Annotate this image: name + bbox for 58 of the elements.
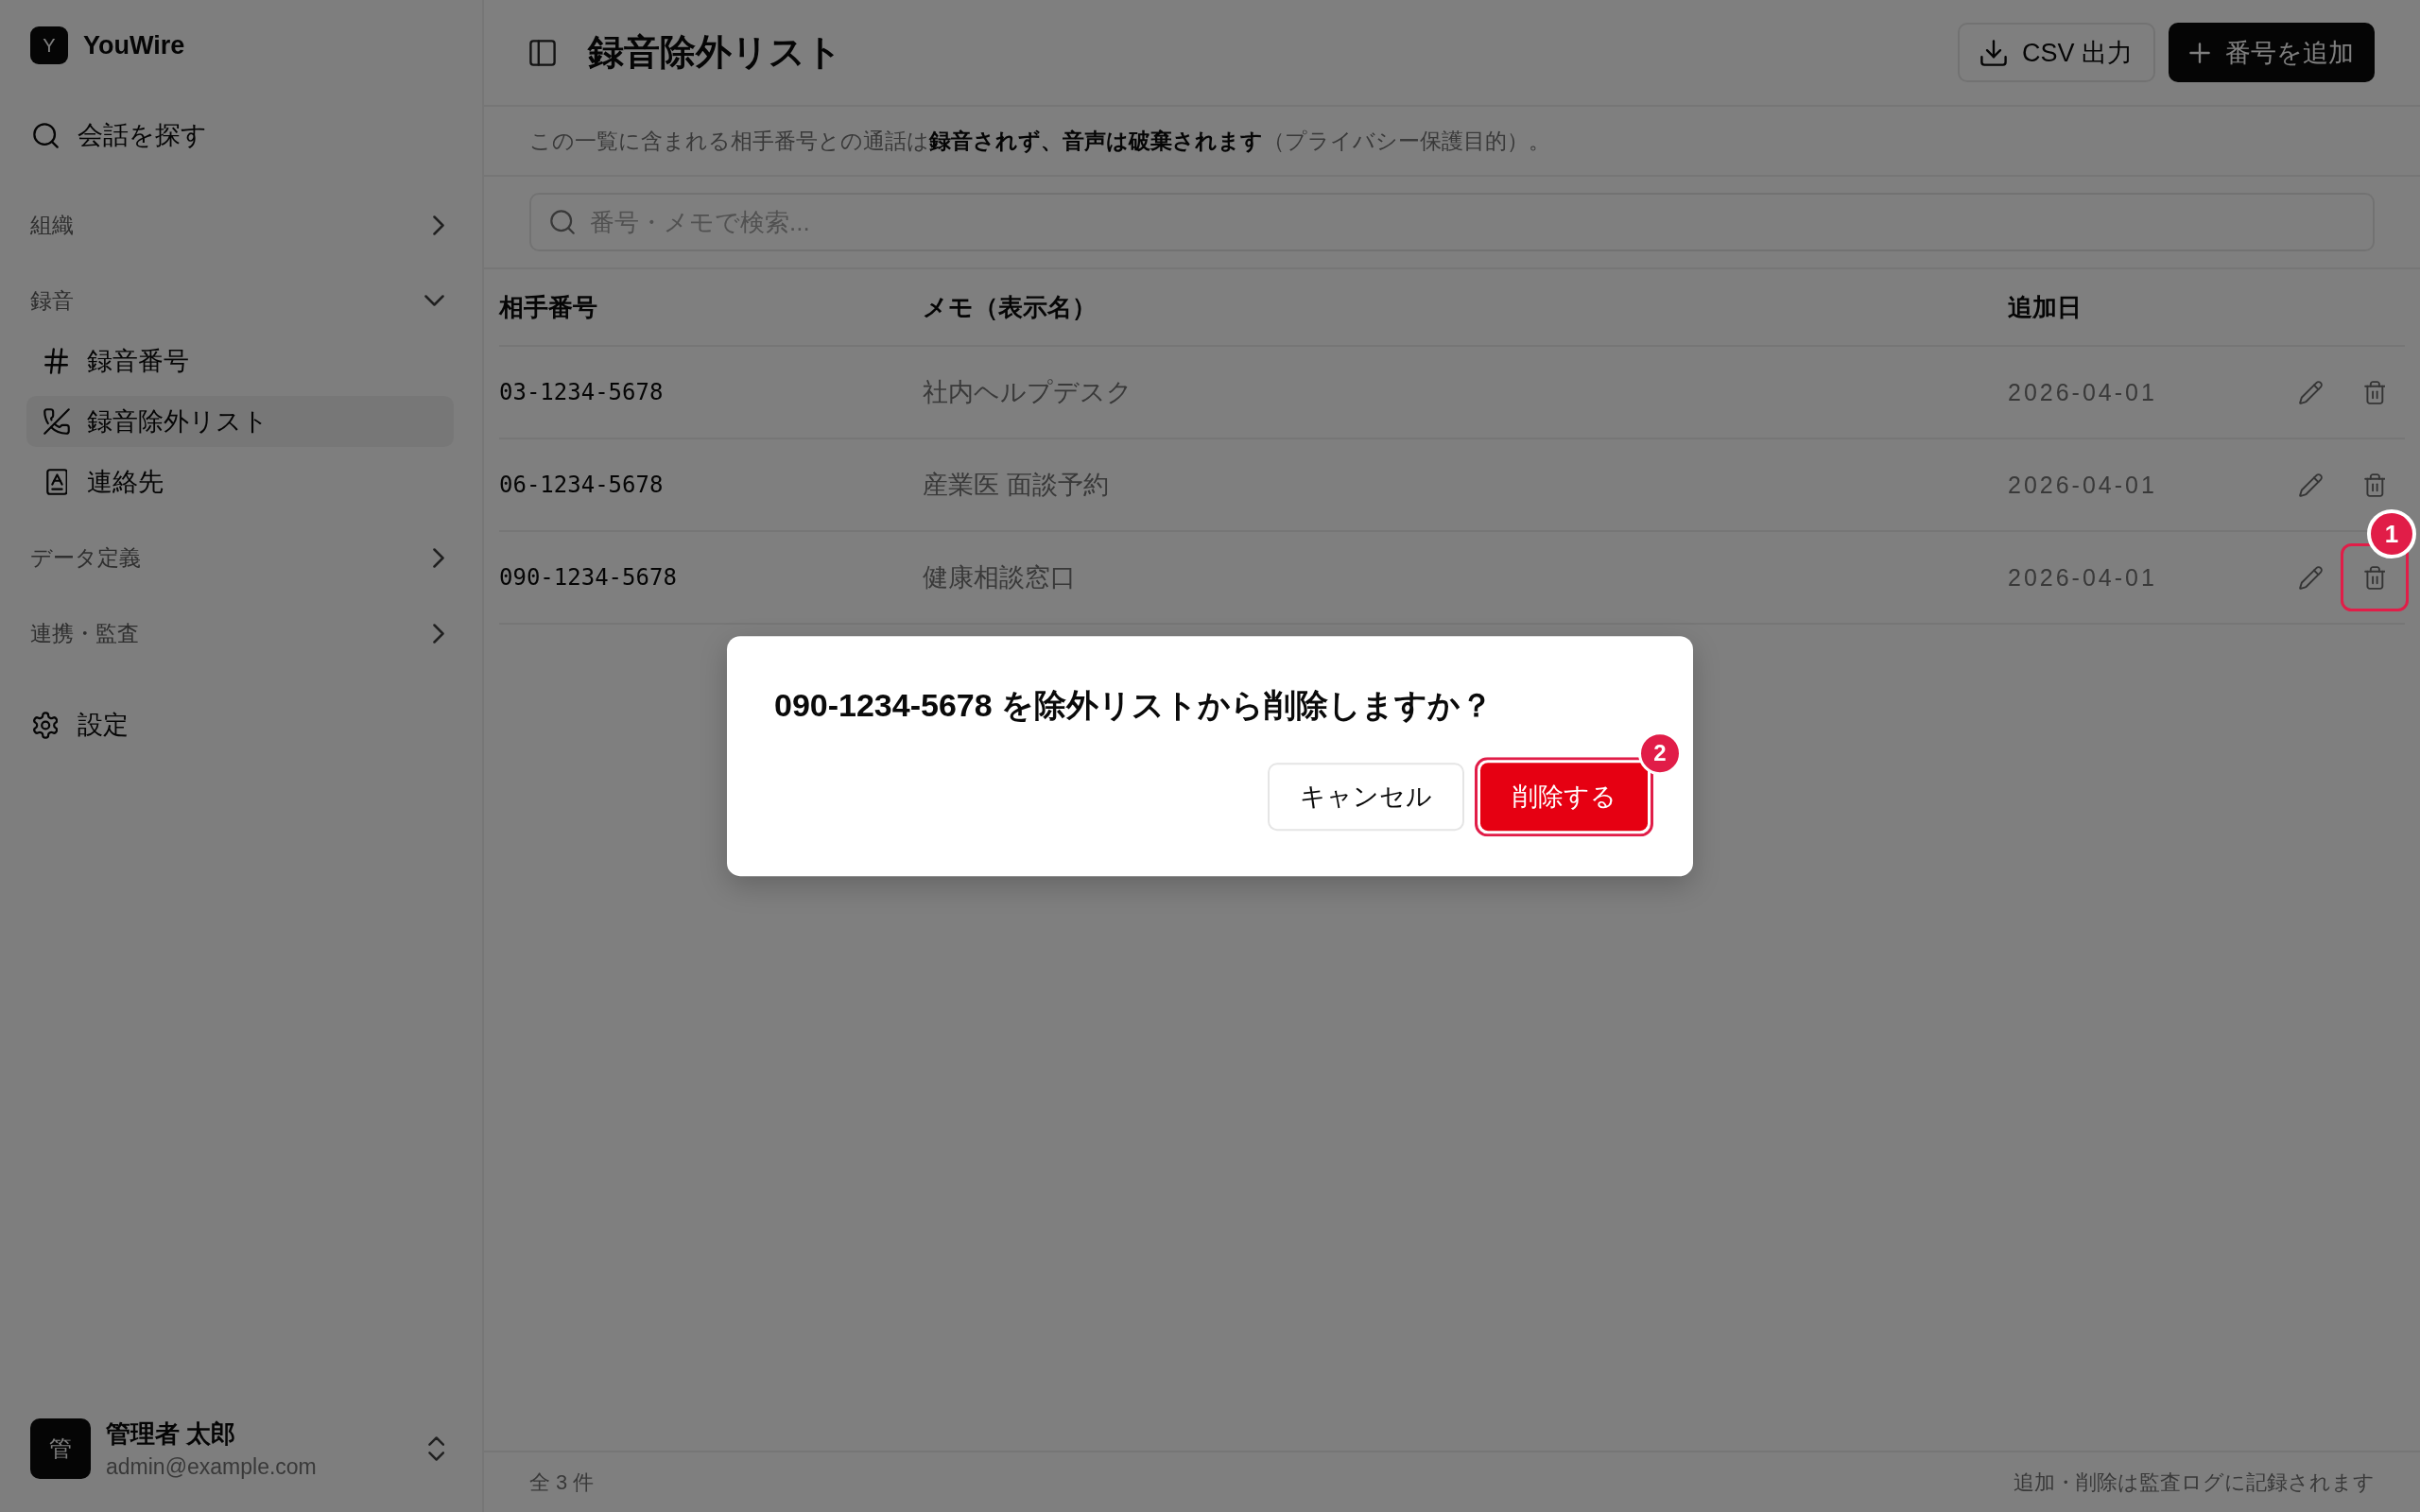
csv-export-button[interactable]: CSV 出力 bbox=[1957, 23, 2155, 82]
app-logo: Y bbox=[30, 26, 68, 64]
user-email: admin@example.com bbox=[106, 1454, 317, 1480]
chevron-right-icon bbox=[433, 215, 444, 235]
table-cell-text: 090-1234-5678 bbox=[499, 564, 678, 591]
pencil-icon bbox=[2298, 380, 2323, 404]
add-number-button[interactable]: 番号を追加 bbox=[2169, 23, 2375, 82]
download-icon bbox=[1979, 39, 2007, 66]
trash-icon bbox=[2363, 565, 2386, 590]
trash-icon bbox=[2363, 380, 2386, 404]
sidebar-item[interactable]: 連絡先 bbox=[26, 456, 454, 507]
column-header: 追加日 bbox=[2008, 291, 2083, 323]
audit-note: 追加・削除は監査ログに記録されます bbox=[2014, 1469, 2375, 1496]
app-name: YouWire bbox=[83, 30, 185, 60]
step-badge: 1 bbox=[2367, 509, 2416, 558]
search-conversations-link[interactable]: 会話を探す bbox=[26, 105, 207, 165]
trash-icon bbox=[2363, 472, 2386, 497]
dialog-message: 090-1234-5678 を除外リストから削除しますか？ bbox=[774, 686, 1494, 726]
chevron-right-icon bbox=[433, 547, 444, 568]
section-toggle[interactable]: 録音 bbox=[26, 270, 454, 331]
phone-slash-icon bbox=[43, 408, 70, 435]
table-cell-text: 産業医 面談予約 bbox=[923, 470, 1110, 501]
hash-icon bbox=[44, 348, 69, 374]
user-avatar: 管 bbox=[30, 1418, 91, 1479]
user-name: 管理者 太郎 bbox=[106, 1418, 236, 1450]
record-count: 全 3 件 bbox=[529, 1469, 595, 1496]
section-toggle[interactable]: データ定義 bbox=[26, 527, 454, 588]
pencil-icon bbox=[2298, 565, 2323, 590]
table-cell-text: 2026-04-01 bbox=[2008, 471, 2158, 499]
sidebar-item[interactable]: 録音番号 bbox=[26, 335, 454, 387]
page-title: 録音除外リスト bbox=[588, 31, 842, 74]
notice-text: この一覧に含まれる相手番号との通話は録音されず、音声は破棄されます（プライバシー保護目的）。 bbox=[529, 127, 1550, 155]
search-icon bbox=[32, 122, 59, 148]
column-header: 相手番号 bbox=[499, 291, 598, 323]
settings-link[interactable]: 設定 bbox=[26, 695, 129, 755]
chevrons-up-down-icon bbox=[427, 1436, 444, 1461]
cancel-button[interactable]: キャンセル bbox=[1268, 762, 1464, 831]
column-header: メモ（表示名） bbox=[923, 291, 1098, 323]
settings-icon bbox=[32, 711, 59, 739]
chevron-right-icon bbox=[433, 623, 444, 644]
table-cell-text: 社内ヘルプデスク bbox=[923, 377, 1133, 408]
table-cell-text: 2026-04-01 bbox=[2008, 378, 2158, 406]
pencil-icon bbox=[2298, 472, 2323, 497]
chevron-down-icon bbox=[424, 295, 444, 306]
search-icon bbox=[550, 210, 575, 234]
section-toggle[interactable]: 連携・監査 bbox=[26, 603, 454, 663]
table-cell-text: 06-1234-5678 bbox=[499, 472, 665, 498]
sidebar-toggle-icon bbox=[529, 39, 556, 66]
table-cell-text: 03-1234-5678 bbox=[499, 379, 665, 405]
sidebar-item[interactable]: 録音除外リスト bbox=[26, 396, 454, 447]
section-toggle[interactable]: 組織 bbox=[26, 195, 454, 255]
delete-confirm-button[interactable]: 削除する bbox=[1480, 762, 1648, 831]
plus-icon bbox=[2189, 42, 2210, 63]
account-menu-button[interactable] bbox=[427, 1436, 444, 1461]
contact-card-icon bbox=[45, 469, 68, 495]
table-cell-text: 2026-04-01 bbox=[2008, 563, 2158, 592]
table-cell-text: 健康相談窓口 bbox=[923, 562, 1077, 593]
sidebar-toggle-button[interactable] bbox=[529, 39, 556, 66]
